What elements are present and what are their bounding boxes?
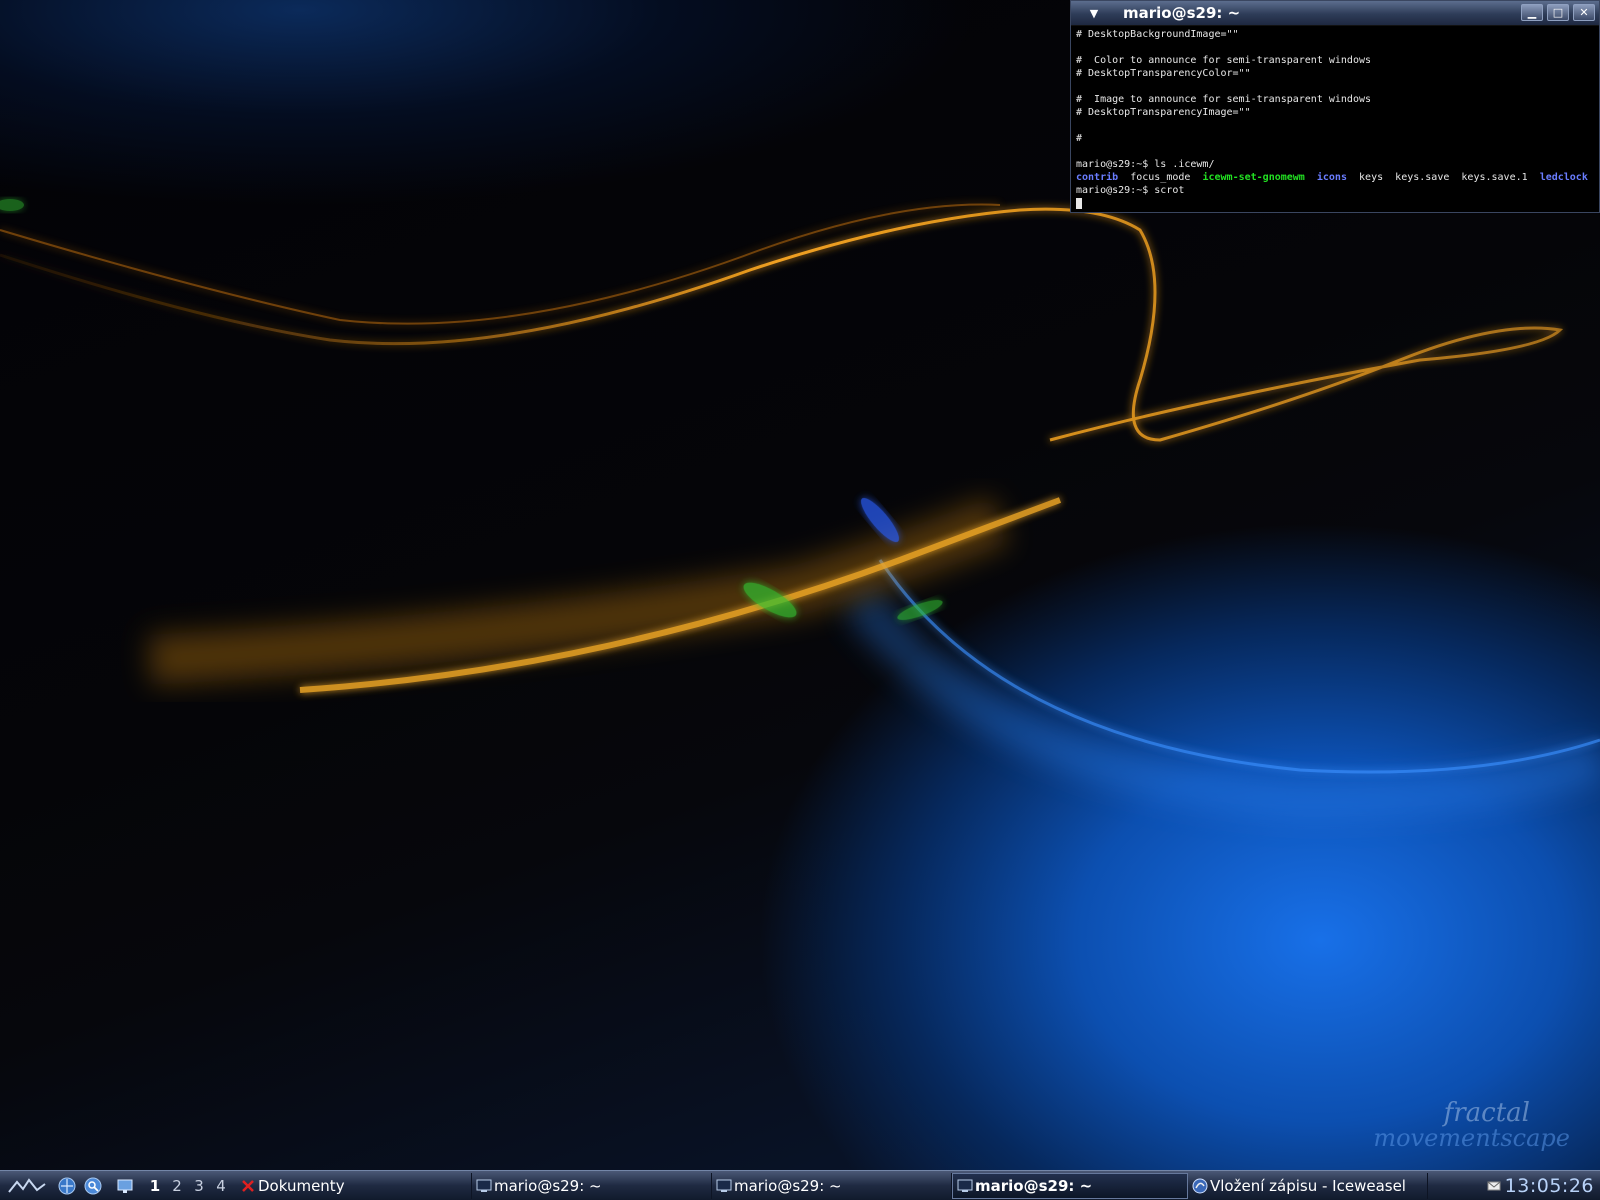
workspace-button-2[interactable]: 2	[166, 1177, 188, 1195]
red-x-icon	[240, 1178, 256, 1194]
ls-entry: keys.save	[1395, 172, 1450, 183]
terminal-line: # DesktopBackgroundImage=""	[1076, 29, 1239, 40]
taskbar-task-button[interactable]: mario@s29: ~	[712, 1172, 952, 1199]
triangle-down-icon[interactable]: ▼	[1083, 2, 1105, 24]
terminal-line: # DesktopTransparencyImage=""	[1076, 107, 1251, 118]
terminal-window[interactable]: ▼ mario@s29: ~ ▁ □ ✕ # DesktopBackground…	[1070, 0, 1600, 213]
terminal-cursor	[1076, 197, 1082, 209]
desktop[interactable]: fractal movementscape ▼ mario@s29: ~ ▁ □…	[0, 0, 1600, 1170]
terminal-title: mario@s29: ~	[1123, 4, 1241, 22]
task-label: mario@s29: ~	[975, 1176, 1093, 1195]
ls-output-line: contrib focus_mode icewm-set-gnomewm ico…	[1076, 171, 1594, 184]
workspace-button-4[interactable]: 4	[210, 1177, 232, 1195]
iceweasel-icon	[1192, 1178, 1208, 1194]
task-list: Dokumenty mario@s29: ~ mario@s29: ~ mario@s…	[236, 1172, 1428, 1199]
ls-entry: focus_mode	[1130, 172, 1191, 183]
ls-entry: icewm-set-gnomewm	[1202, 172, 1305, 183]
terminal-output[interactable]: # DesktopBackgroundImage="" # Color to a…	[1071, 26, 1599, 212]
taskbar-task-button[interactable]: Vložení zápisu - Iceweasel	[1188, 1172, 1428, 1199]
terminal-icon	[476, 1178, 492, 1194]
close-icon[interactable]: ✕	[1573, 4, 1595, 21]
maximize-icon[interactable]: □	[1547, 4, 1569, 21]
terminal-icon	[957, 1178, 973, 1194]
task-label: mario@s29: ~	[494, 1176, 602, 1195]
minimize-icon[interactable]: ▁	[1521, 4, 1543, 21]
icewm-logo-icon[interactable]	[2, 1172, 52, 1200]
workspace-switcher: 1234	[144, 1177, 232, 1195]
terminal-titlebar[interactable]: ▼ mario@s29: ~ ▁ □ ✕	[1071, 1, 1599, 26]
mail-icon[interactable]	[1487, 1180, 1501, 1192]
terminal-prompt-line: mario@s29:~$ scrot	[1076, 185, 1185, 196]
task-label: mario@s29: ~	[734, 1176, 842, 1195]
system-tray: 13:05:26	[1487, 1172, 1600, 1200]
workspace-button-3[interactable]: 3	[188, 1177, 210, 1195]
window-controls: ▁ □ ✕	[1521, 4, 1595, 21]
show-desktop-icon[interactable]	[114, 1175, 136, 1197]
signature-line-1: fractal	[1443, 1098, 1530, 1128]
terminal-line: # Color to announce for semi-transparent…	[1076, 55, 1372, 66]
browser-launcher-icon[interactable]	[56, 1175, 78, 1197]
task-label: Vložení zápisu - Iceweasel	[1210, 1176, 1406, 1195]
ls-entry: keys	[1359, 172, 1384, 183]
taskbar-task-button[interactable]: Dokumenty	[236, 1172, 472, 1199]
ls-entry: contrib	[1076, 172, 1119, 183]
signature-line-2: movementscape	[1373, 1124, 1570, 1152]
terminal-line: # DesktopTransparencyColor=""	[1076, 68, 1251, 79]
task-label: Dokumenty	[258, 1176, 345, 1195]
ls-entry: ledclock	[1539, 172, 1588, 183]
clock[interactable]: 13:05:26	[1505, 1175, 1600, 1197]
terminal-line: mario@s29:~$ ls .icewm/	[1076, 159, 1215, 170]
terminal-line: #	[1076, 133, 1083, 144]
terminal-icon	[716, 1178, 732, 1194]
terminal-cursor-line	[1076, 197, 1594, 210]
ls-entry: icons	[1316, 172, 1347, 183]
taskbar: 1234 Dokumenty mario@s29: ~ mario@s29: ~ ma…	[0, 1170, 1600, 1200]
terminal-line: # Image to announce for semi-transparent…	[1076, 94, 1372, 105]
taskbar-task-button[interactable]: mario@s29: ~	[952, 1172, 1188, 1199]
ls-entry: keys.save.1	[1461, 172, 1528, 183]
taskbar-task-button[interactable]: mario@s29: ~	[472, 1172, 712, 1199]
search-launcher-icon[interactable]	[82, 1175, 104, 1197]
workspace-button-1[interactable]: 1	[144, 1177, 166, 1195]
wallpaper-signature: fractal movementscape	[1373, 1100, 1570, 1150]
